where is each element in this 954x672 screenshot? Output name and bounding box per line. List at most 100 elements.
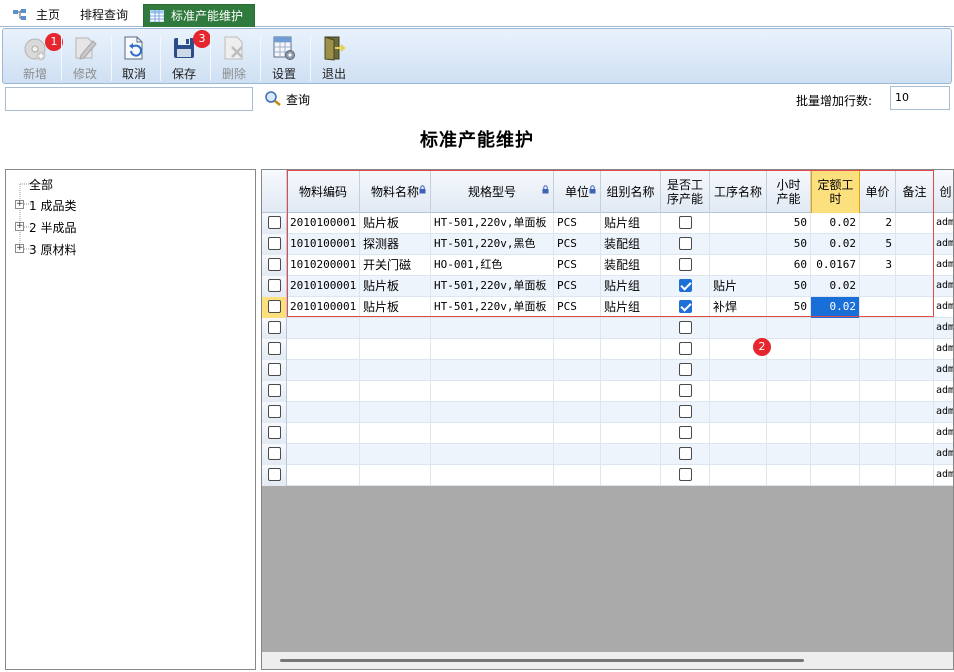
cell-remark[interactable]	[896, 444, 934, 465]
cell-is-proc[interactable]	[661, 444, 710, 465]
cell-spec[interactable]	[431, 444, 554, 465]
cell-name[interactable]	[360, 339, 431, 360]
cell-is-proc[interactable]	[661, 318, 710, 339]
cell-code[interactable]	[287, 339, 360, 360]
cell-std-time[interactable]	[811, 318, 860, 339]
cell-name[interactable]	[360, 465, 431, 486]
cell-unit[interactable]	[554, 318, 601, 339]
cell-remark[interactable]	[896, 360, 934, 381]
cell-is-proc[interactable]	[661, 465, 710, 486]
batch-rows-input[interactable]: 10	[890, 86, 950, 110]
row-selector[interactable]	[262, 423, 287, 444]
cell-proc[interactable]	[710, 465, 767, 486]
cell-std-time[interactable]	[811, 402, 860, 423]
cell-code[interactable]	[287, 318, 360, 339]
cell-unit[interactable]	[554, 465, 601, 486]
cell-creator[interactable]: adm	[934, 234, 953, 255]
cell-hourly[interactable]	[767, 423, 811, 444]
cell-hourly[interactable]	[767, 339, 811, 360]
cell-price[interactable]	[860, 402, 896, 423]
delete-button[interactable]: 删除	[210, 31, 258, 83]
cell-hourly[interactable]	[767, 360, 811, 381]
cell-spec[interactable]	[431, 465, 554, 486]
cell-creator[interactable]: adm	[934, 444, 953, 465]
cell-is-proc[interactable]	[661, 339, 710, 360]
cell-remark[interactable]	[896, 318, 934, 339]
cell-group[interactable]	[601, 465, 661, 486]
horizontal-scrollbar[interactable]	[262, 652, 953, 669]
cell-name[interactable]	[360, 402, 431, 423]
cell-spec[interactable]	[431, 339, 554, 360]
cell-unit[interactable]	[554, 381, 601, 402]
process-capacity-checkbox[interactable]	[679, 405, 692, 418]
row-select-checkbox[interactable]	[268, 384, 281, 397]
cell-group[interactable]	[601, 318, 661, 339]
row-selector[interactable]	[262, 381, 287, 402]
cell-remark[interactable]	[896, 381, 934, 402]
cell-is-proc[interactable]	[661, 402, 710, 423]
table-row[interactable]: adm	[262, 339, 953, 360]
cell-hourly[interactable]	[767, 318, 811, 339]
row-select-checkbox[interactable]	[268, 405, 281, 418]
row-selector[interactable]	[262, 318, 287, 339]
table-row[interactable]: adm	[262, 318, 953, 339]
cell-group[interactable]	[601, 444, 661, 465]
row-select-checkbox[interactable]	[268, 468, 281, 481]
cell-price[interactable]	[860, 339, 896, 360]
cell-price[interactable]	[860, 444, 896, 465]
cell-remark[interactable]	[896, 339, 934, 360]
table-row[interactable]: adm	[262, 402, 953, 423]
cell-spec[interactable]	[431, 402, 554, 423]
add-button[interactable]: 新增 1	[11, 31, 63, 83]
process-capacity-checkbox[interactable]	[679, 321, 692, 334]
row-select-checkbox[interactable]	[268, 258, 281, 271]
cell-price[interactable]	[860, 318, 896, 339]
cell-creator[interactable]: adm	[934, 423, 953, 444]
cell-unit[interactable]	[554, 444, 601, 465]
row-selector[interactable]	[262, 213, 287, 234]
cell-proc[interactable]	[710, 402, 767, 423]
cell-spec[interactable]	[431, 381, 554, 402]
cell-group[interactable]	[601, 360, 661, 381]
row-select-checkbox[interactable]	[268, 279, 281, 292]
tab-schedule-query[interactable]: 排程查询	[80, 4, 136, 27]
row-selector[interactable]	[262, 297, 287, 318]
cell-creator[interactable]: adm	[934, 381, 953, 402]
tree-node-finished[interactable]: 1 成品类	[29, 197, 76, 214]
cell-spec[interactable]	[431, 423, 554, 444]
exit-button[interactable]: 退出	[310, 31, 358, 83]
row-select-checkbox[interactable]	[268, 426, 281, 439]
cancel-button[interactable]: 取消	[110, 31, 158, 83]
row-selector[interactable]	[262, 276, 287, 297]
settings-button[interactable]: 设置	[260, 31, 308, 83]
row-selector[interactable]	[262, 465, 287, 486]
cell-proc[interactable]	[710, 423, 767, 444]
process-capacity-checkbox[interactable]	[679, 363, 692, 376]
cell-proc[interactable]	[710, 318, 767, 339]
cell-std-time[interactable]	[811, 381, 860, 402]
cell-is-proc[interactable]	[661, 381, 710, 402]
cell-proc[interactable]	[710, 444, 767, 465]
cell-std-time[interactable]	[811, 465, 860, 486]
column-header-creator[interactable]: 创	[934, 170, 953, 213]
cell-remark[interactable]	[896, 465, 934, 486]
cell-code[interactable]	[287, 360, 360, 381]
save-button[interactable]: 保存 3	[160, 30, 211, 83]
tab-std-capacity[interactable]: 标准产能维护	[143, 4, 255, 27]
cell-std-time[interactable]	[811, 360, 860, 381]
cell-price[interactable]	[860, 381, 896, 402]
cell-hourly[interactable]	[767, 402, 811, 423]
cell-code[interactable]	[287, 465, 360, 486]
cell-proc[interactable]	[710, 360, 767, 381]
row-select-checkbox[interactable]	[268, 300, 281, 313]
cell-name[interactable]	[360, 444, 431, 465]
cell-is-proc[interactable]	[661, 423, 710, 444]
cell-code[interactable]	[287, 444, 360, 465]
cell-creator[interactable]: adm	[934, 276, 953, 297]
process-capacity-checkbox[interactable]	[679, 426, 692, 439]
cell-code[interactable]	[287, 402, 360, 423]
cell-hourly[interactable]	[767, 465, 811, 486]
cell-unit[interactable]	[554, 360, 601, 381]
row-select-checkbox[interactable]	[268, 237, 281, 250]
tree-expand-icon[interactable]: +	[15, 244, 24, 253]
